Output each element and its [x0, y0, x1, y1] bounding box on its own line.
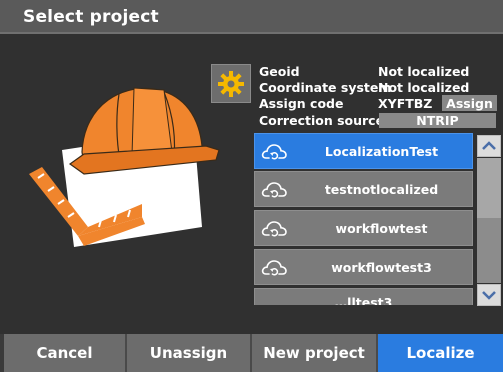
project-illustration	[29, 87, 220, 247]
correction-source-row: Correction source NTRIP	[259, 113, 499, 129]
list-item[interactable]: …lltest3	[254, 288, 473, 305]
cloud-sync-icon	[261, 144, 287, 160]
assign-button[interactable]: Assign	[442, 95, 497, 111]
assign-code-label: Assign code	[259, 96, 344, 111]
title-bar: Select project	[0, 0, 503, 34]
cloud-sync-icon	[261, 260, 287, 276]
correction-source-value: NTRIP	[416, 113, 459, 128]
settings-button[interactable]	[211, 64, 251, 103]
correction-source-label: Correction source	[259, 113, 385, 128]
coordinate-system-label: Coordinate system	[259, 80, 392, 95]
chevron-down-icon	[482, 291, 496, 300]
new-project-button[interactable]: New project	[252, 334, 378, 372]
geoid-row: Geoid Not localized	[259, 64, 499, 80]
geoid-value: Not localized	[378, 64, 470, 79]
project-name: workflowtest3	[331, 259, 432, 275]
scrollbar-thumb[interactable]	[477, 158, 501, 218]
coordinate-system-value: Not localized	[378, 80, 470, 95]
assign-code-row: Assign code XYFTBZ Assign	[259, 95, 499, 112]
scroll-down-button[interactable]	[477, 284, 501, 306]
list-item[interactable]: testnotlocalized	[254, 171, 473, 207]
project-name: …lltest3	[334, 295, 393, 305]
gear-icon	[218, 70, 244, 97]
project-list[interactable]: LocalizationTest testnotlocalized workfl…	[254, 133, 473, 305]
scrollbar-track[interactable]	[477, 158, 501, 283]
cloud-sync-icon	[261, 182, 287, 198]
list-item[interactable]: workflowtest3	[254, 249, 473, 285]
list-item[interactable]: LocalizationTest	[254, 133, 473, 169]
cloud-sync-icon	[261, 221, 287, 237]
list-item[interactable]: workflowtest	[254, 210, 473, 246]
geoid-label: Geoid	[259, 64, 300, 79]
localize-button[interactable]: Localize	[378, 334, 503, 372]
cancel-button[interactable]: Cancel	[4, 334, 127, 372]
project-name: LocalizationTest	[324, 143, 439, 159]
bottom-action-bar: Cancel Unassign New project Localize	[0, 334, 503, 372]
scroll-up-button[interactable]	[477, 135, 501, 157]
assign-code-value: XYFTBZ	[378, 96, 433, 111]
correction-source-field[interactable]: NTRIP	[379, 113, 496, 128]
hard-hat-icon	[68, 87, 220, 175]
chevron-up-icon	[482, 141, 496, 150]
project-name: workflowtest	[335, 220, 428, 236]
select-project-screen: Select project Geoid Not localized Coord…	[0, 0, 503, 372]
page-title: Select project	[23, 7, 159, 27]
project-name: testnotlocalized	[324, 181, 439, 197]
unassign-button[interactable]: Unassign	[127, 334, 252, 372]
coordinate-system-row: Coordinate system Not localized	[259, 80, 499, 96]
